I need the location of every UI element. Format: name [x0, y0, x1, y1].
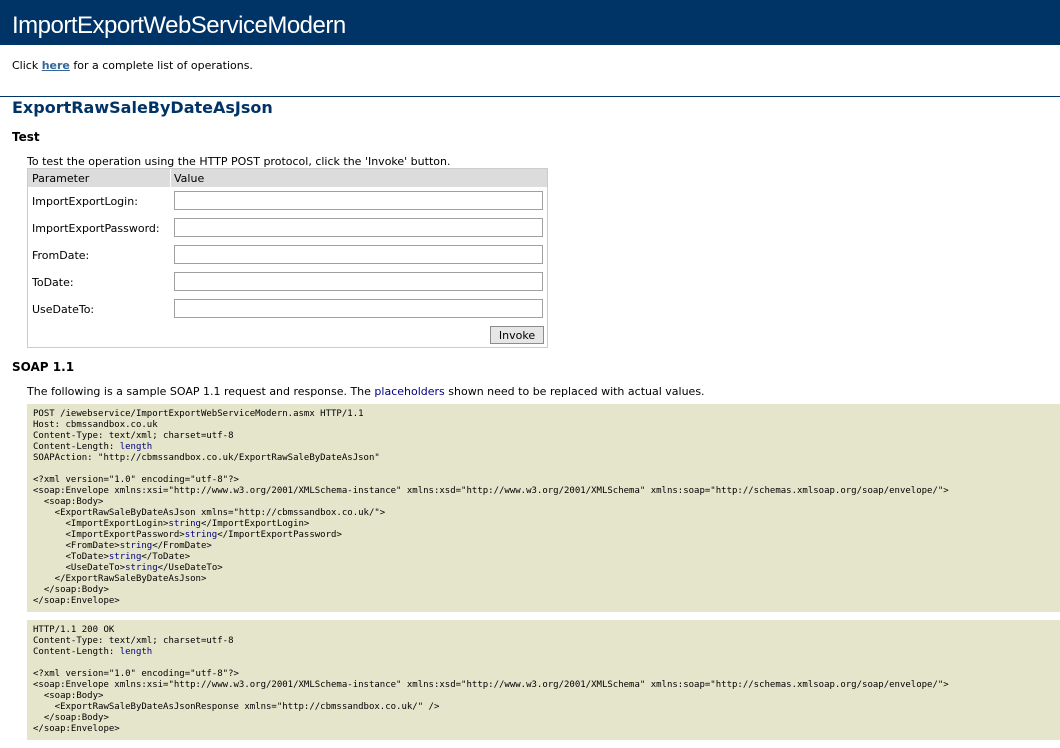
placeholders-term: placeholders	[374, 385, 445, 398]
response-status-line: HTTP/1.1 200 OK	[33, 625, 115, 635]
request-element-value: string	[119, 541, 153, 551]
request-envelope-close: </soap:Envelope>	[33, 596, 120, 606]
heading-divider	[0, 96, 1060, 97]
response-length-placeholder: length	[119, 647, 153, 657]
soap11-request-sample: POST /iewebservice/ImportExportWebServic…	[27, 404, 1060, 612]
request-element-close: </ImportExportPassword>	[217, 530, 342, 540]
request-element-open: <ToDate>	[33, 552, 109, 562]
request-content-type-line: Content-Type: text/xml; charset=utf-8	[33, 431, 234, 441]
request-element-open: <FromDate>	[33, 541, 120, 551]
request-xml-declaration: <?xml version="1.0" encoding="utf-8"?>	[33, 475, 239, 485]
request-element-close: </ImportExportLogin>	[200, 519, 310, 529]
response-envelope-close: </soap:Envelope>	[33, 724, 120, 734]
request-element-open: <UseDateTo>	[33, 563, 126, 573]
request-element-close: </ToDate>	[141, 552, 191, 562]
soap11-heading: SOAP 1.1	[12, 360, 75, 374]
header-value: Value	[174, 172, 205, 185]
request-envelope-open: <soap:Envelope xmlns:xsi="http://www.w3.…	[33, 486, 949, 496]
param-label-usedateto: UseDateTo:	[32, 303, 95, 316]
soap11-desc-suffix: shown need to be replaced with actual va…	[444, 385, 705, 398]
response-element: <ExportRawSaleByDateAsJsonResponse xmlns…	[33, 702, 440, 712]
request-element-open: <ImportExportPassword>	[33, 530, 185, 540]
param-label-fromdate: FromDate:	[32, 249, 90, 262]
request-operation-close: </ExportRawSaleByDateAsJson>	[33, 574, 207, 584]
request-element-close: </UseDateTo>	[157, 563, 223, 573]
request-body-open: <soap:Body>	[33, 497, 104, 507]
response-body-close: </soap:Body>	[33, 713, 109, 723]
response-body-open: <soap:Body>	[33, 691, 104, 701]
response-envelope-open: <soap:Envelope xmlns:xsi="http://www.w3.…	[33, 680, 949, 690]
soap11-description: The following is a sample SOAP 1.1 reque…	[27, 385, 705, 398]
response-content-length-label: Content-Length:	[33, 647, 120, 657]
intro-suffix: for a complete list of operations.	[69, 59, 253, 72]
invoke-button[interactable]: Invoke	[490, 326, 544, 344]
request-element-value: string	[184, 530, 218, 540]
fromdate-input[interactable]	[174, 245, 543, 264]
param-label-importexportpassword: ImportExportPassword:	[32, 222, 160, 235]
request-element-close: </FromDate>	[152, 541, 212, 551]
header-separator	[170, 169, 171, 187]
operations-list-link[interactable]: here	[42, 59, 70, 72]
request-soapaction-line: SOAPAction: "http://cbmssandbox.co.uk/Ex…	[33, 453, 380, 463]
operation-title: ExportRawSaleByDateAsJson	[12, 98, 273, 117]
response-xml-declaration: <?xml version="1.0" encoding="utf-8"?>	[33, 669, 239, 679]
header-parameter: Parameter	[32, 172, 90, 185]
usedateto-input[interactable]	[174, 299, 543, 318]
request-operation-open: <ExportRawSaleByDateAsJson xmlns="http:/…	[33, 508, 386, 518]
intro-text: Click here for a complete list of operat…	[12, 59, 253, 72]
request-length-placeholder: length	[119, 442, 153, 452]
request-line: POST /iewebservice/ImportExportWebServic…	[33, 409, 364, 419]
test-heading: Test	[12, 130, 40, 144]
request-element-value: string	[168, 519, 201, 529]
soap11-response-sample: HTTP/1.1 200 OK Content-Type: text/xml; …	[27, 620, 1060, 740]
test-form: Parameter Value ImportExportLogin: Impor…	[27, 168, 548, 348]
request-element-value: string	[108, 552, 142, 562]
service-title: ImportExportWebServiceModern	[0, 0, 1060, 45]
test-description: To test the operation using the HTTP POS…	[27, 155, 451, 168]
importexportpassword-input[interactable]	[174, 218, 543, 237]
soap11-desc-prefix: The following is a sample SOAP 1.1 reque…	[27, 385, 375, 398]
request-body-close: </soap:Body>	[33, 585, 109, 595]
intro-prefix: Click	[12, 59, 42, 72]
request-host-line: Host: cbmssandbox.co.uk	[33, 420, 158, 430]
param-label-todate: ToDate:	[32, 276, 74, 289]
todate-input[interactable]	[174, 272, 543, 291]
request-element-value: string	[125, 563, 158, 573]
param-label-importexportlogin: ImportExportLogin:	[32, 195, 138, 208]
response-content-type-line: Content-Type: text/xml; charset=utf-8	[33, 636, 234, 646]
request-element-open: <ImportExportLogin>	[33, 519, 169, 529]
test-table-header: Parameter Value	[28, 169, 547, 187]
request-content-length-label: Content-Length:	[33, 442, 120, 452]
importexportlogin-input[interactable]	[174, 191, 543, 210]
